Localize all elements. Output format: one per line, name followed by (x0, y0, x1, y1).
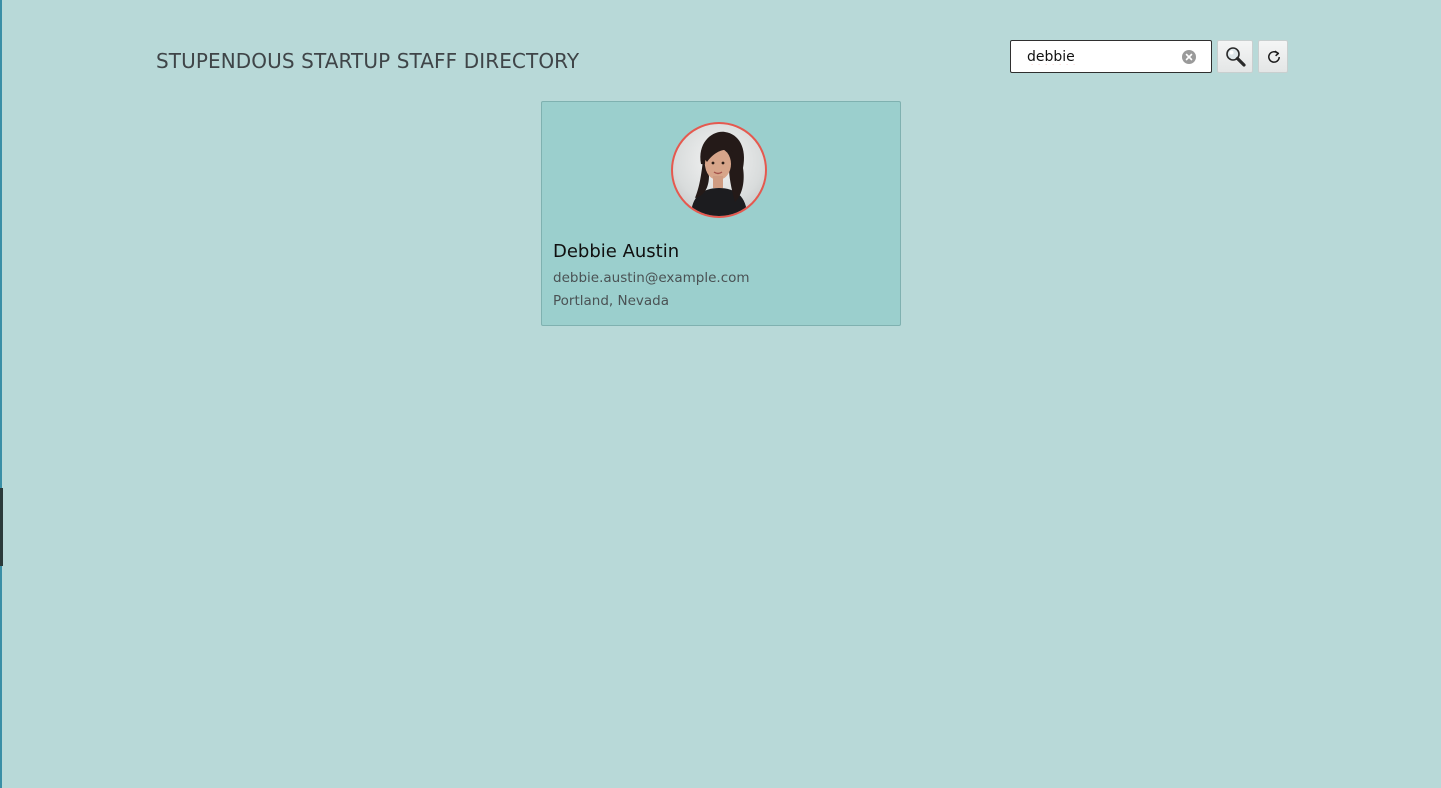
search-box (1010, 40, 1212, 73)
magnifier-icon (1226, 47, 1246, 67)
reset-button[interactable] (1258, 40, 1288, 73)
clear-search-button[interactable] (1182, 50, 1196, 64)
profile-photo (691, 131, 747, 216)
employee-name: Debbie Austin (553, 241, 680, 262)
clear-circle-icon (1185, 53, 1193, 61)
employee-email: debbie.austin@example.com (553, 270, 750, 286)
page-title: STUPENDOUS STARTUP STAFF DIRECTORY (156, 49, 580, 73)
refresh-icon (1268, 50, 1280, 63)
search-input[interactable] (1027, 47, 1177, 67)
search-button[interactable] (1217, 40, 1253, 73)
avatar (671, 122, 767, 218)
employee-card[interactable]: Debbie Austin debbie.austin@example.com … (541, 101, 901, 326)
employee-location: Portland, Nevada (553, 293, 670, 309)
window-edge-marker (0, 488, 3, 566)
